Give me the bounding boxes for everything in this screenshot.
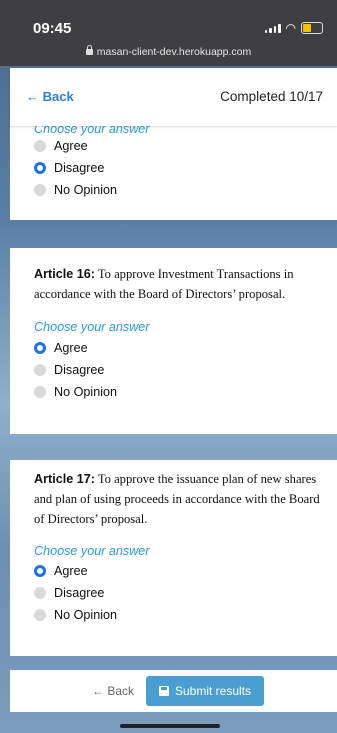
article-label: Article 17: (34, 472, 95, 486)
footer: ← Back Submit results (10, 670, 337, 712)
url-bar[interactable]: masan-client-dev.herokuapp.com (0, 45, 337, 58)
submit-results-button[interactable]: Submit results (146, 676, 264, 706)
radio-agree[interactable] (34, 342, 46, 354)
option-disagree[interactable]: Disagree (34, 161, 104, 175)
radio-agree[interactable] (34, 140, 46, 152)
option-agree[interactable]: Agree (34, 564, 88, 578)
radio-agree[interactable] (34, 565, 46, 577)
footer-back-button[interactable]: ← Back (92, 684, 134, 698)
status-time: 09:45 (33, 20, 72, 37)
battery-icon (301, 22, 323, 34)
back-link[interactable]: ← Back (26, 89, 74, 104)
option-label: Disagree (54, 363, 105, 377)
radio-disagree[interactable] (34, 162, 46, 174)
option-label: No Opinion (54, 183, 118, 197)
header: ← Back Completed 10/17 (10, 68, 337, 126)
article-card-16: Article 16: To approve Investment Transa… (10, 248, 337, 434)
article-card-15: Choose your answer Agree Disagree No Opi… (10, 120, 337, 220)
option-label: Disagree (54, 586, 105, 600)
option-no-opinion[interactable]: No Opinion (34, 608, 117, 622)
option-disagree[interactable]: Disagree (34, 586, 104, 600)
submit-label: Submit results (174, 684, 252, 698)
article-card-17: Article 17: To approve the issuance plan… (10, 460, 337, 656)
status-bar: 09:45 ◠ masan-client-dev.herokuapp.com (0, 0, 337, 66)
option-no-opinion[interactable]: No Opinion (34, 183, 117, 197)
article-text: Article 17: To approve the issuance plan… (34, 469, 326, 529)
option-label: No Opinion (54, 385, 118, 399)
radio-no-opinion[interactable] (34, 609, 46, 621)
radio-no-opinion[interactable] (34, 386, 46, 398)
option-label: Agree (54, 341, 88, 355)
option-label: Disagree (54, 161, 105, 175)
option-label: Agree (54, 139, 88, 153)
wifi-icon: ◠ (285, 21, 296, 35)
option-label: Agree (54, 564, 88, 578)
article-label: Article 16: (34, 267, 95, 281)
signal-icon (264, 23, 281, 33)
status-icons: ◠ (264, 21, 323, 35)
radio-no-opinion[interactable] (34, 184, 46, 196)
save-icon (158, 686, 169, 696)
progress-text: Completed 10/17 (220, 89, 323, 104)
option-agree[interactable]: Agree (34, 341, 88, 355)
lock-icon (85, 45, 93, 55)
home-indicator (120, 724, 220, 728)
option-disagree[interactable]: Disagree (34, 363, 104, 377)
radio-disagree[interactable] (34, 364, 46, 376)
option-no-opinion[interactable]: No Opinion (34, 385, 117, 399)
option-label: No Opinion (54, 608, 118, 622)
radio-disagree[interactable] (34, 587, 46, 599)
option-agree[interactable]: Agree (34, 139, 88, 153)
choose-label: Choose your answer (34, 544, 150, 558)
choose-label: Choose your answer (34, 320, 150, 334)
article-text: Article 16: To approve Investment Transa… (34, 264, 326, 304)
url-text: masan-client-dev.herokuapp.com (96, 46, 252, 58)
